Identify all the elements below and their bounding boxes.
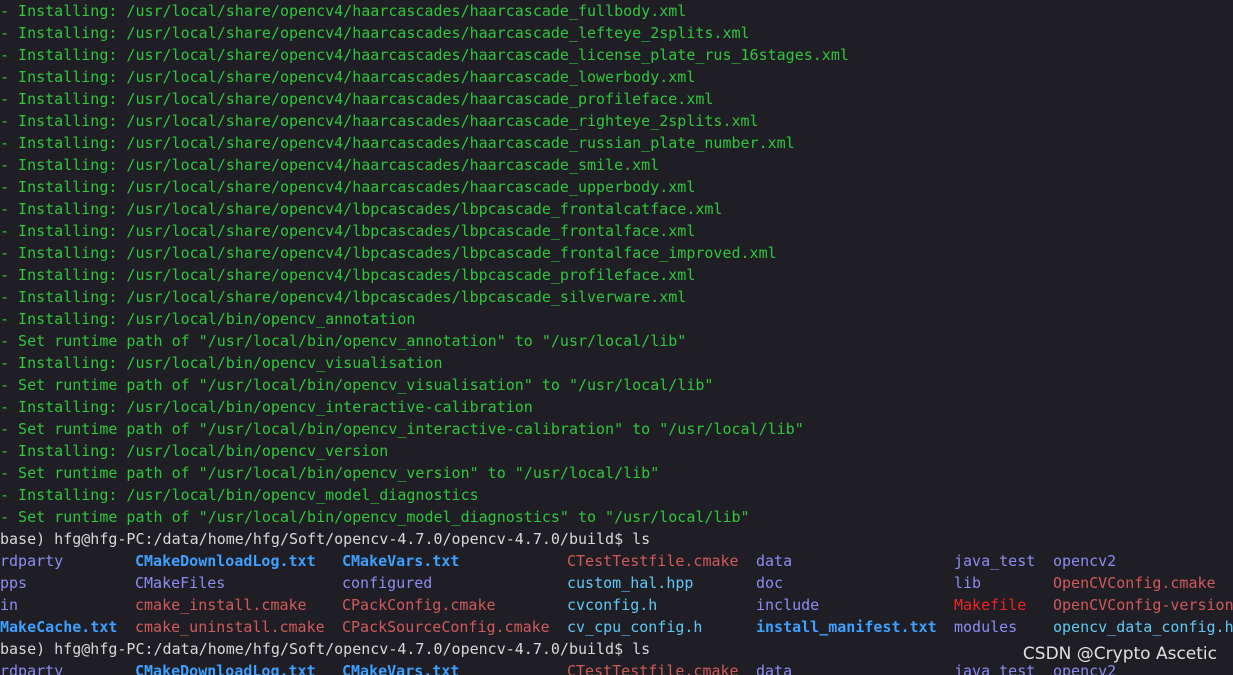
ls-entry: OpenCVConfig-version (1053, 596, 1233, 614)
ls-entry: rdparty (0, 662, 64, 675)
install-log-line: - Set runtime path of "/usr/local/bin/op… (0, 332, 687, 350)
ls-entry: cmake_uninstall.cmake (135, 618, 325, 636)
ls-entry: data (756, 662, 793, 675)
ls-entry: rdparty (0, 552, 64, 570)
ls-entry: install_manifest.txt (756, 618, 937, 636)
install-log-line: - Installing: /usr/local/share/opencv4/h… (0, 46, 849, 64)
shell-prompt: base) hfg@hfg-PC:/data/home/hfg/Soft/ope… (0, 530, 651, 548)
install-log-line: - Installing: /usr/local/share/opencv4/l… (0, 266, 696, 284)
install-log-line: - Installing: /usr/local/share/opencv4/h… (0, 68, 696, 86)
ls-entry: include (756, 596, 820, 614)
install-log-line: - Installing: /usr/local/share/opencv4/l… (0, 288, 687, 306)
ls-output-row: MakeCache.txt cmake_uninstall.cmake CPackS… (0, 616, 1233, 638)
ls-entry: CPackConfig.cmake (342, 596, 496, 614)
install-log-line: - Set runtime path of "/usr/local/bin/op… (0, 464, 660, 482)
install-log-line: - Set runtime path of "/usr/local/bin/op… (0, 508, 750, 526)
ls-entry: in (0, 596, 19, 614)
install-log-line: - Installing: /usr/local/share/opencv4/h… (0, 2, 687, 20)
install-log-line: - Installing: /usr/local/share/opencv4/h… (0, 24, 750, 42)
install-log-line: - Installing: /usr/local/share/opencv4/l… (0, 200, 723, 218)
ls-entry: modules (954, 618, 1018, 636)
terminal-window[interactable]: - Installing: /usr/local/share/opencv4/h… (0, 0, 1233, 675)
install-log-line: - Installing: /usr/local/share/opencv4/h… (0, 156, 660, 174)
install-log-line: - Installing: /usr/local/share/opencv4/h… (0, 90, 714, 108)
ls-entry: java_test (954, 552, 1036, 570)
install-log-line: - Installing: /usr/local/share/opencv4/h… (0, 178, 696, 196)
ls-entry: lib (954, 574, 982, 592)
ls-output-row: pps CMakeFiles configured custom_hal.hpp doc… (0, 572, 1233, 594)
ls-entry: cvconfig.h (567, 596, 658, 614)
ls-entry: data (756, 552, 793, 570)
ls-entry: cv_cpu_config.h (567, 618, 703, 636)
install-log-line: - Installing: /usr/local/bin/opencv_visu… (0, 354, 443, 372)
ls-entry: configured (342, 574, 433, 592)
ls-output-row: rdparty CMakeDownloadLog.txt CMakeVars.txt… (0, 550, 1233, 572)
ls-entry: CMakeDownloadLog.txt (135, 552, 316, 570)
ls-entry: doc (756, 574, 784, 592)
ls-entry: CMakeVars.txt (342, 552, 460, 570)
ls-output-row: in cmake_install.cmake CPackConfig.cmake cv… (0, 594, 1233, 616)
install-log-line: - Installing: /usr/local/bin/opencv_inte… (0, 398, 533, 416)
install-log-line: - Installing: /usr/local/share/opencv4/l… (0, 244, 777, 262)
ls-entry: CTestTestfile.cmake (567, 662, 739, 675)
ls-entry: custom_hal.hpp (567, 574, 694, 592)
install-log-line: - Installing: /usr/local/share/opencv4/h… (0, 134, 795, 152)
install-log-line: - Installing: /usr/local/share/opencv4/h… (0, 112, 759, 130)
watermark: CSDN @Crypto Ascetic (1022, 644, 1217, 664)
ls-entry: CPackSourceConfig.cmake (342, 618, 550, 636)
ls-entry: CMakeFiles (135, 574, 226, 592)
ls-entry: CMakeVars.txt (342, 662, 460, 675)
ls-entry: pps (0, 574, 28, 592)
ls-entry: cmake_install.cmake (135, 596, 307, 614)
install-log-line: - Installing: /usr/local/share/opencv4/l… (0, 222, 696, 240)
ls-entry: opencv2 (1053, 552, 1117, 570)
install-log-line: - Set runtime path of "/usr/local/bin/op… (0, 420, 804, 438)
install-log-line: - Installing: /usr/local/bin/opencv_anno… (0, 310, 416, 328)
ls-entry: MakeCache.txt (0, 618, 118, 636)
install-log-line: - Set runtime path of "/usr/local/bin/op… (0, 376, 714, 394)
ls-entry: CMakeDownloadLog.txt (135, 662, 316, 675)
install-log-line: - Installing: /usr/local/bin/opencv_vers… (0, 442, 389, 460)
ls-entry: Makefile (954, 596, 1027, 614)
ls-entry: OpenCVConfig.cmake (1053, 574, 1216, 592)
ls-entry: CTestTestfile.cmake (567, 552, 739, 570)
ls-entry: opencv_data_config.h (1053, 618, 1233, 636)
install-log-line: - Installing: /usr/local/bin/opencv_mode… (0, 486, 479, 504)
